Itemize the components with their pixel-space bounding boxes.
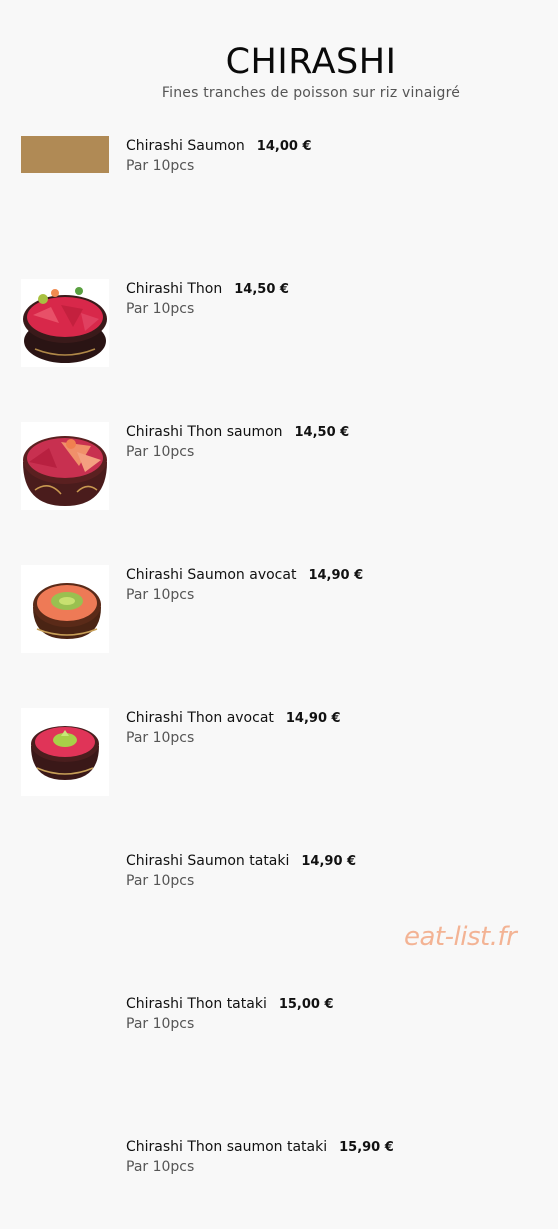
- item-name: Chirashi Thon avocat: [126, 710, 274, 726]
- item-portion: Par 10pcs: [126, 158, 195, 174]
- item-price: 15,00 €: [278, 997, 334, 1012]
- item-name: Chirashi Thon saumon tataki: [126, 1139, 328, 1155]
- item-portion: Par 10pcs: [126, 587, 195, 603]
- menu-item-chirashi-thon-saumon[interactable]: Chirashi Thon saumon 14,50 € Par 10pcs: [0, 422, 558, 532]
- item-portion: Par 10pcs: [126, 444, 195, 460]
- menu-item-chirashi-saumon[interactable]: Chirashi Saumon 14,00 € Par 10pcs: [0, 136, 558, 246]
- item-name: Chirashi Saumon avocat: [126, 567, 297, 583]
- item-name: Chirashi Saumon: [126, 138, 245, 154]
- menu-item-chirashi-saumon-avocat[interactable]: Chirashi Saumon avocat 14,90 € Par 10pcs: [0, 565, 558, 675]
- menu-item-chirashi-thon-tataki[interactable]: Chirashi Thon tataki 15,00 € Par 10pcs: [0, 994, 558, 1104]
- menu-item-chirashi-thon-saumon-tataki[interactable]: Chirashi Thon saumon tataki 15,90 € Par 1…: [0, 1137, 558, 1229]
- item-price: 14,90 €: [301, 854, 357, 869]
- menu-item-chirashi-thon-avocat[interactable]: Chirashi Thon avocat 14,90 € Par 10pcs: [0, 708, 558, 818]
- item-price: 14,00 €: [256, 139, 312, 154]
- item-name: Chirashi Saumon tataki: [126, 853, 290, 869]
- watermark: eat-list.fr: [404, 922, 517, 952]
- menu-header: CHIRASHI Fines tranches de poisson sur r…: [0, 0, 558, 110]
- item-price: 15,90 €: [339, 1140, 394, 1155]
- item-name: Chirashi Thon saumon: [126, 424, 283, 440]
- item-portion: Par 10pcs: [126, 1159, 195, 1175]
- item-price: 14,50 €: [294, 425, 350, 440]
- item-portion: Par 10pcs: [126, 873, 195, 889]
- bowl-tuna-icon: [21, 279, 109, 367]
- item-portion: Par 10pcs: [126, 1016, 195, 1032]
- item-name: Chirashi Thon: [126, 281, 223, 297]
- bowl-tuna-avocado-icon: [21, 708, 109, 796]
- bowl-salmon-icon: [21, 136, 109, 173]
- item-price: 14,90 €: [308, 568, 364, 583]
- item-portion: Par 10pcs: [126, 301, 195, 317]
- page-title: CHIRASHI: [225, 42, 397, 82]
- menu-item-chirashi-thon[interactable]: Chirashi Thon 14,50 € Par 10pcs: [0, 279, 558, 389]
- bowl-tuna-salmon-icon: [21, 422, 109, 510]
- item-price: 14,50 €: [234, 282, 289, 297]
- item-name: Chirashi Thon tataki: [126, 996, 267, 1012]
- bowl-salmon-avocado-icon: [21, 565, 109, 653]
- item-portion: Par 10pcs: [126, 730, 195, 746]
- page-subtitle: Fines tranches de poisson sur riz vinaig…: [161, 85, 461, 101]
- item-price: 14,90 €: [285, 711, 341, 726]
